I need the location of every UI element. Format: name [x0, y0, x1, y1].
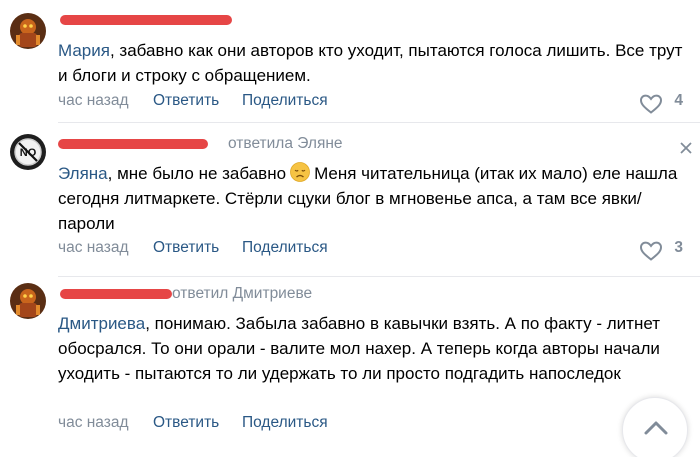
- reply-button[interactable]: Ответить: [153, 92, 219, 110]
- comment-1: Мария, забавно как они авторов кто уходи…: [0, 0, 700, 122]
- close-icon[interactable]: [678, 140, 694, 156]
- reply-button[interactable]: Ответить: [153, 414, 219, 432]
- comment-text: Эляна, мне было не забавно Меня читательн…: [58, 161, 683, 236]
- avatar[interactable]: [10, 283, 46, 319]
- avatar-icon: [10, 13, 46, 49]
- reply-to-label[interactable]: ответил Дмитриеве: [172, 285, 312, 303]
- like-button[interactable]: 4: [639, 92, 683, 114]
- comment-text: Дмитриева, понимаю. Забыла забавно в кав…: [58, 311, 683, 386]
- avatar[interactable]: [10, 13, 46, 49]
- mention-link[interactable]: Мария: [58, 41, 110, 60]
- comment-time: час назад: [58, 414, 129, 431]
- redacted-author-name: [58, 139, 208, 149]
- comment-text: Мария, забавно как они авторов кто уходи…: [58, 38, 683, 88]
- comment-footer: час назад Ответить Поделиться 3: [58, 239, 683, 261]
- reply-to-label[interactable]: ответила Эляне: [228, 135, 343, 153]
- comment-header: ответила Эляне: [58, 135, 618, 155]
- share-button[interactable]: Поделиться: [242, 92, 328, 110]
- comment-2: NO ответила Эляне Эляна, мне было не заб…: [0, 123, 700, 276]
- like-count: 4: [674, 92, 683, 109]
- comment-time: час назад: [58, 239, 129, 256]
- mention-link[interactable]: Эляна: [58, 164, 108, 183]
- chevron-up-icon: [644, 421, 668, 435]
- like-count: 3: [674, 239, 683, 256]
- avatar[interactable]: NO: [10, 134, 46, 170]
- comment-header: ответил Дмитриеве: [58, 285, 618, 305]
- comment-footer: час назад Ответить Поделиться 4: [58, 92, 683, 114]
- redacted-author-name: [60, 289, 172, 299]
- comment-footer: час назад Ответить Поделиться: [58, 414, 683, 436]
- heart-icon: [639, 241, 663, 261]
- comment-time: час назад: [58, 92, 129, 109]
- heart-icon: [639, 94, 663, 114]
- disappointed-face-emoji: [290, 162, 310, 182]
- comment-body: , понимаю. Забыла забавно в кавычки взят…: [58, 314, 661, 383]
- scroll-to-top-button[interactable]: [622, 397, 688, 457]
- comment-3: ответил Дмитриеве Дмитриева, понимаю. За…: [0, 277, 700, 457]
- avatar-icon: [10, 283, 46, 319]
- reply-button[interactable]: Ответить: [153, 239, 219, 257]
- share-button[interactable]: Поделиться: [242, 239, 328, 257]
- comment-body-start: , мне было не забавно: [107, 164, 287, 183]
- comment-body: , забавно как они авторов кто уходит, пы…: [58, 41, 683, 85]
- redacted-author-name: [60, 15, 232, 25]
- like-button[interactable]: 3: [639, 239, 683, 261]
- mention-link[interactable]: Дмитриева: [58, 314, 145, 333]
- no-sign-avatar-icon: NO: [10, 134, 46, 170]
- share-button[interactable]: Поделиться: [242, 414, 328, 432]
